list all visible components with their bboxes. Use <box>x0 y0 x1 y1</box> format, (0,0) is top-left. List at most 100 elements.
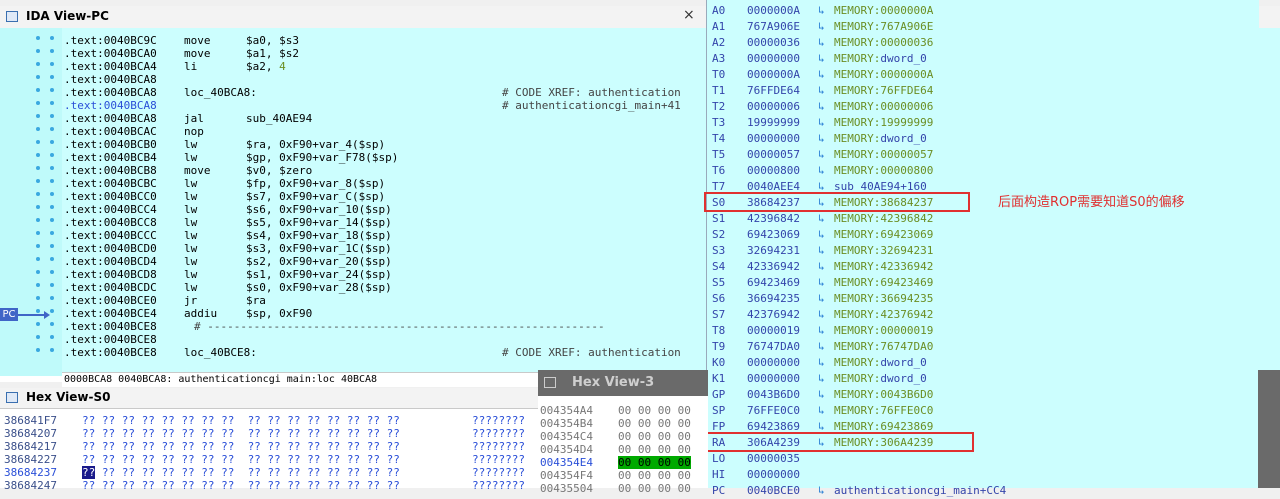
register-target[interactable]: MEMORY:dword_0 <box>834 371 927 387</box>
register-value: 69423069 <box>747 228 800 241</box>
disassembly-listing[interactable]: .text:0040BC9C move $a0, $s3 .text:0040BCA0… <box>62 28 708 372</box>
register-row[interactable]: T6 00000800 ↳ MEMORY:00000800 <box>707 163 1259 179</box>
register-row[interactable]: A2 00000036 ↳ MEMORY:00000036 <box>707 35 1259 51</box>
register-row[interactable]: HI 00000000 <box>707 467 1259 483</box>
register-name: S2 <box>712 228 726 241</box>
register-target[interactable]: MEMORY:42336942 <box>834 259 933 275</box>
jump-arrow-icon: ↳ <box>818 36 825 49</box>
register-target[interactable]: MEMORY:dword_0 <box>834 51 927 67</box>
gutter-dot-icon <box>50 166 54 170</box>
gutter-dot-icon <box>36 179 40 183</box>
hex-selected-byte[interactable]: ?? <box>82 466 96 479</box>
register-name: T8 <box>712 324 726 337</box>
register-row[interactable]: S4 42336942 ↳ MEMORY:42336942 <box>707 259 1259 275</box>
register-value: 0040BCE0 <box>747 484 800 497</box>
hex-ascii: ???????? <box>472 479 525 492</box>
code-operands: $a2, <box>246 60 280 73</box>
register-row[interactable]: S2 69423069 ↳ MEMORY:69423069 <box>707 227 1259 243</box>
register-target[interactable]: MEMORY:42376942 <box>834 307 933 323</box>
register-target[interactable]: MEMORY:36694235 <box>834 291 933 307</box>
hex-row: 38684207 ?? ?? ?? ?? ?? ?? ?? ?? ?? ?? ??… <box>4 427 525 440</box>
register-row[interactable]: A0 0000000A ↳ MEMORY:0000000A <box>707 3 1259 19</box>
register-row[interactable]: GP 0043B6D0 ↳ MEMORY:0043B6D0 <box>707 387 1259 403</box>
code-address: .text:0040BCA8 <box>64 112 157 125</box>
code-operands: $ra <box>246 294 266 307</box>
code-operands: $s3, 0xF90+var_1C($sp) <box>246 242 392 255</box>
register-target[interactable]: MEMORY:767A906E <box>834 19 933 35</box>
register-target[interactable]: MEMORY:69423069 <box>834 227 933 243</box>
register-target[interactable]: MEMORY:19999999 <box>834 115 933 131</box>
register-value: 00000036 <box>747 36 800 49</box>
register-target[interactable]: MEMORY:0043B6D0 <box>834 387 933 403</box>
register-row[interactable]: PC 0040BCE0 ↳ authenticationcgi_main+CC4 <box>707 483 1259 499</box>
register-target-value: 36694235 <box>880 292 934 305</box>
register-row[interactable]: K0 00000000 ↳ MEMORY:dword_0 <box>707 355 1259 371</box>
register-target[interactable]: MEMORY:dword_0 <box>834 355 927 371</box>
register-target[interactable]: MEMORY:76FFDE64 <box>834 83 933 99</box>
register-row[interactable]: S5 69423469 ↳ MEMORY:69423469 <box>707 275 1259 291</box>
register-row[interactable]: K1 00000000 ↳ MEMORY:dword_0 <box>707 371 1259 387</box>
code-operands: $gp, 0xF90+var_F78($sp) <box>246 151 399 164</box>
register-target[interactable]: MEMORY:00000036 <box>834 35 933 51</box>
register-name: T1 <box>712 84 726 97</box>
register-target[interactable]: MEMORY:76FFE0C0 <box>834 403 933 419</box>
register-row[interactable]: T2 00000006 ↳ MEMORY:00000006 <box>707 99 1259 115</box>
register-target[interactable]: MEMORY:dword_0 <box>834 131 927 147</box>
register-target[interactable]: MEMORY:00000006 <box>834 99 933 115</box>
register-target[interactable]: MEMORY:00000800 <box>834 163 933 179</box>
jump-arrow-icon: ↳ <box>818 164 825 177</box>
register-target-prefix: MEMORY: <box>834 388 881 401</box>
register-target-prefix: MEMORY: <box>834 260 881 273</box>
hex-view-3-titlebar[interactable]: Hex View-3 <box>538 370 708 396</box>
register-row[interactable]: SP 76FFE0C0 ↳ MEMORY:76FFE0C0 <box>707 403 1259 419</box>
register-target[interactable]: MEMORY:00000019 <box>834 323 933 339</box>
register-row[interactable]: T3 19999999 ↳ MEMORY:19999999 <box>707 115 1259 131</box>
background-area <box>1258 370 1280 488</box>
hex-view-s0-titlebar[interactable]: Hex View-S0 <box>0 388 540 409</box>
code-mnemonic: lw <box>184 268 198 281</box>
register-row[interactable]: S6 36694235 ↳ MEMORY:36694235 <box>707 291 1259 307</box>
close-icon[interactable]: × <box>683 7 695 23</box>
register-name: K0 <box>712 356 726 369</box>
register-value: 76747DA0 <box>747 340 800 353</box>
register-row[interactable]: T8 00000019 ↳ MEMORY:00000019 <box>707 323 1259 339</box>
register-target-value: 00000019 <box>880 324 934 337</box>
register-target[interactable]: MEMORY:32694231 <box>834 243 933 259</box>
register-target[interactable]: MEMORY:00000057 <box>834 147 933 163</box>
register-row[interactable]: S3 32694231 ↳ MEMORY:32694231 <box>707 243 1259 259</box>
code-line: .text:0040BCC4 lw $s6, 0xF90+var_10($sp) <box>64 203 392 216</box>
register-target-prefix: MEMORY: <box>834 100 881 113</box>
hex-row: 38684217 ?? ?? ?? ?? ?? ?? ?? ?? ?? ?? ??… <box>4 440 525 453</box>
code-comment: # authenticationcgi_main+41 <box>502 99 681 112</box>
register-target[interactable]: authenticationcgi_main+CC4 <box>834 483 1006 499</box>
register-row[interactable]: A1 767A906E ↳ MEMORY:767A906E <box>707 19 1259 35</box>
register-row[interactable]: S7 42376942 ↳ MEMORY:42376942 <box>707 307 1259 323</box>
register-row[interactable]: T4 00000000 ↳ MEMORY:dword_0 <box>707 131 1259 147</box>
code-mnemonic: lw <box>184 229 198 242</box>
register-row[interactable]: A3 00000000 ↳ MEMORY:dword_0 <box>707 51 1259 67</box>
register-target[interactable]: MEMORY:42396842 <box>834 211 933 227</box>
register-target[interactable]: MEMORY:69423469 <box>834 275 933 291</box>
general-registers-panel[interactable]: A0 0000000A ↳ MEMORY:0000000A A1 767A906E ↳ MEM… <box>706 0 1259 497</box>
window-icon <box>6 11 18 22</box>
register-row[interactable]: T0 0000000A ↳ MEMORY:0000000A <box>707 67 1259 83</box>
register-row[interactable]: T5 00000057 ↳ MEMORY:00000057 <box>707 147 1259 163</box>
register-name: A3 <box>712 52 726 65</box>
register-row[interactable]: S1 42396842 ↳ MEMORY:42396842 <box>707 211 1259 227</box>
code-mnemonic: # --------------------------------------… <box>194 320 605 333</box>
register-target-value: 42396842 <box>880 212 934 225</box>
register-row[interactable]: T1 76FFDE64 ↳ MEMORY:76FFDE64 <box>707 83 1259 99</box>
register-name: T9 <box>712 340 726 353</box>
register-row[interactable]: LO 00000035 <box>707 451 1259 467</box>
code-operands: $v0, $zero <box>246 164 313 177</box>
register-target-value: dword_0 <box>880 356 927 369</box>
jump-arrow-icon: ↳ <box>818 148 825 161</box>
register-name: T3 <box>712 116 726 129</box>
gutter-dot-icon <box>50 218 54 222</box>
register-target[interactable]: MEMORY:0000000A <box>834 67 933 83</box>
jump-arrow-icon: ↳ <box>818 52 825 65</box>
register-row[interactable]: T9 76747DA0 ↳ MEMORY:76747DA0 <box>707 339 1259 355</box>
register-target-prefix: MEMORY: <box>834 132 881 145</box>
register-target[interactable]: MEMORY:0000000A <box>834 3 933 19</box>
register-target[interactable]: MEMORY:76747DA0 <box>834 339 933 355</box>
